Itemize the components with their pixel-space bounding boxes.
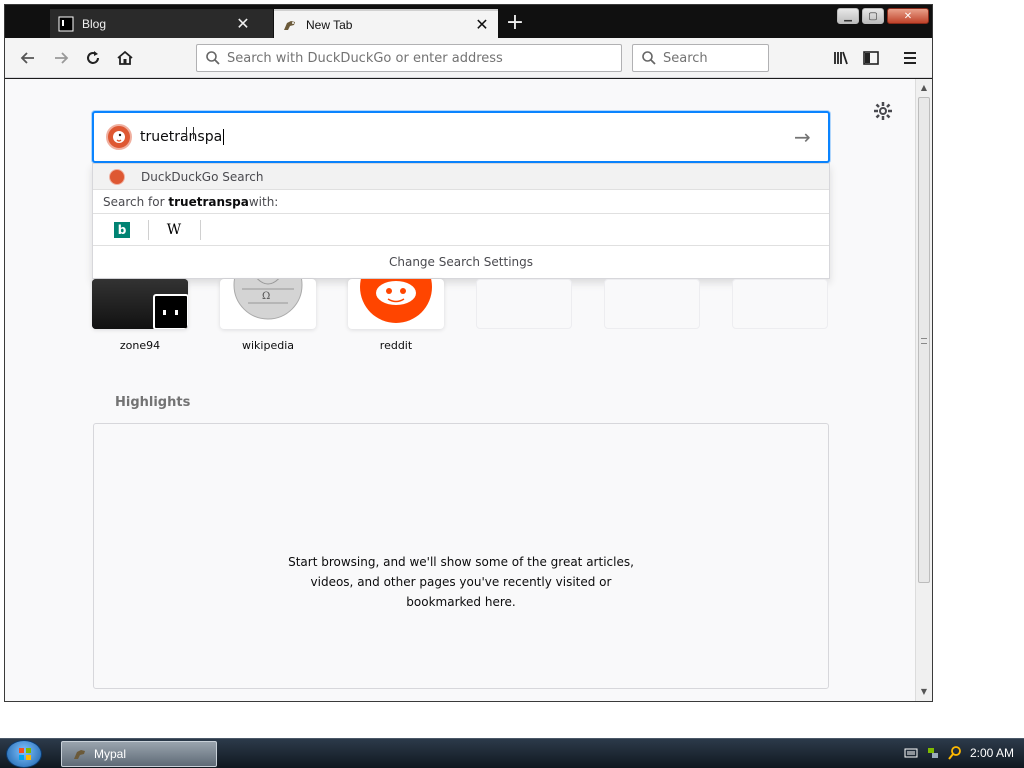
bing-engine-button[interactable]: b — [109, 219, 149, 240]
maximize-button[interactable]: ▢ — [862, 8, 884, 24]
terminal-favicon-icon — [58, 16, 74, 32]
home-button[interactable] — [111, 44, 139, 72]
minimize-button[interactable]: ▁ — [837, 8, 859, 24]
sidebar-button[interactable] — [857, 44, 885, 72]
bing-icon: b — [114, 221, 130, 238]
top-site-tile-empty[interactable] — [476, 279, 572, 329]
close-tab-icon[interactable]: ✕ — [235, 16, 251, 33]
text-caret — [223, 129, 225, 145]
top-site-tile-wikipedia[interactable]: Ω — [220, 279, 316, 329]
network-icon[interactable] — [926, 746, 940, 760]
new-tab-page: truetranspa → DuckDuckGo Search Search f… — [5, 79, 932, 701]
back-button[interactable] — [14, 44, 42, 72]
menu-button[interactable] — [896, 44, 924, 72]
window-close-button[interactable]: ✕ — [887, 8, 929, 24]
windows-logo-icon — [19, 748, 31, 760]
hamburger-menu-icon — [904, 52, 916, 64]
back-arrow-icon — [20, 52, 34, 64]
sidebar-icon — [863, 51, 879, 65]
library-icon — [834, 51, 848, 65]
browser-window: Blog New Tab ✕ ✕ + ▁ ▢ ✕ Search with Duc… — [4, 4, 933, 702]
search-icon — [642, 51, 656, 65]
reload-icon — [87, 51, 99, 64]
clock[interactable]: 2:00 AM — [970, 746, 1014, 760]
os-taskbar: Mypal 2:00 AM — [0, 738, 1024, 768]
horse-favicon-icon — [282, 17, 298, 33]
tab-strip: Blog New Tab ✕ ✕ + ▁ ▢ ✕ — [5, 5, 932, 38]
search-for-term: truetranspa — [168, 194, 249, 209]
wikipedia-engine-button[interactable]: W — [161, 219, 201, 240]
grip-icon — [921, 338, 927, 344]
wikipedia-globe-icon: Ω — [233, 279, 303, 320]
url-bar[interactable] — [196, 44, 622, 72]
top-site-tile-empty[interactable] — [732, 279, 828, 329]
settings-gear-icon[interactable] — [873, 101, 893, 121]
nav-toolbar — [5, 38, 932, 78]
one-off-engines: b W — [93, 214, 829, 246]
taskbar-app-mypal[interactable]: Mypal — [61, 741, 217, 767]
top-site-tile-zone94[interactable] — [92, 279, 188, 329]
search-tray-icon[interactable] — [948, 746, 962, 760]
search-input[interactable] — [663, 50, 768, 66]
highlights-line: Start browsing, and we'll show some of t… — [288, 555, 634, 569]
top-site-label: wikipedia — [241, 339, 294, 352]
top-site-tile-empty[interactable] — [604, 279, 700, 329]
reddit-logo-icon — [360, 279, 432, 323]
top-site-label: zone94 — [119, 339, 161, 352]
scroll-up-icon[interactable]: ▲ — [916, 81, 932, 95]
url-input[interactable] — [227, 50, 621, 66]
highlights-message: Start browsing, and we'll show some of t… — [94, 552, 828, 612]
go-arrow-icon[interactable]: → — [794, 127, 816, 147]
search-icon — [206, 51, 220, 65]
svg-text:Ω: Ω — [262, 291, 270, 302]
mypal-app-icon — [74, 750, 85, 759]
search-for-suffix: with: — [248, 194, 279, 209]
highlights-empty-state: Start browsing, and we'll show some of t… — [93, 423, 829, 689]
scroll-down-icon[interactable]: ▼ — [916, 685, 932, 699]
home-icon — [117, 50, 133, 65]
duckduckgo-small-icon — [109, 168, 125, 185]
search-suggestions-dropdown: DuckDuckGo Search Search for truetranspa… — [92, 163, 830, 279]
search-bar[interactable] — [632, 44, 769, 72]
highlights-line: bookmarked here. — [406, 595, 516, 609]
tab-new-tab[interactable]: New Tab ✕ — [274, 9, 498, 38]
vertical-scrollbar[interactable]: ▲ ▼ — [915, 79, 932, 701]
search-for-prefix: Search for — [103, 194, 165, 209]
highlights-line: videos, and other pages you've recently … — [310, 575, 612, 589]
search-query-text: truetranspa — [140, 129, 223, 145]
system-tray: 2:00 AM — [904, 746, 1014, 760]
zone94-favicon-icon — [153, 294, 188, 329]
close-tab-icon[interactable]: ✕ — [474, 17, 490, 34]
library-button[interactable] — [827, 44, 855, 72]
change-search-settings-button[interactable]: Change Search Settings — [93, 246, 829, 278]
top-site-label: reddit — [379, 339, 413, 352]
forward-button[interactable] — [47, 44, 75, 72]
newtab-search-field[interactable]: truetranspa → — [92, 111, 830, 163]
top-site-tile-reddit[interactable] — [348, 279, 444, 329]
reload-button[interactable] — [79, 44, 107, 72]
taskbar-app-label: Mypal — [94, 747, 127, 761]
tab-blog-close[interactable]: ✕ — [227, 9, 267, 38]
start-button[interactable] — [6, 740, 42, 768]
duckduckgo-logo-icon — [106, 124, 132, 150]
search-for-row: Search for truetranspa with: — [93, 190, 829, 214]
suggestion-duckduckgo[interactable]: DuckDuckGo Search — [93, 164, 829, 190]
highlights-heading[interactable]: Highlights — [115, 395, 190, 410]
new-tab-button[interactable]: + — [502, 11, 528, 37]
forward-arrow-icon — [55, 52, 69, 64]
window-controls: ▁ ▢ ✕ — [837, 8, 929, 24]
scrollbar-thumb[interactable] — [918, 97, 930, 583]
wikipedia-icon: W — [166, 221, 182, 238]
keyboard-icon[interactable] — [904, 746, 918, 760]
tab-title: New Tab — [306, 17, 353, 32]
suggestion-label: DuckDuckGo Search — [141, 169, 264, 184]
text-cursor-ibeam-icon — [186, 127, 194, 139]
